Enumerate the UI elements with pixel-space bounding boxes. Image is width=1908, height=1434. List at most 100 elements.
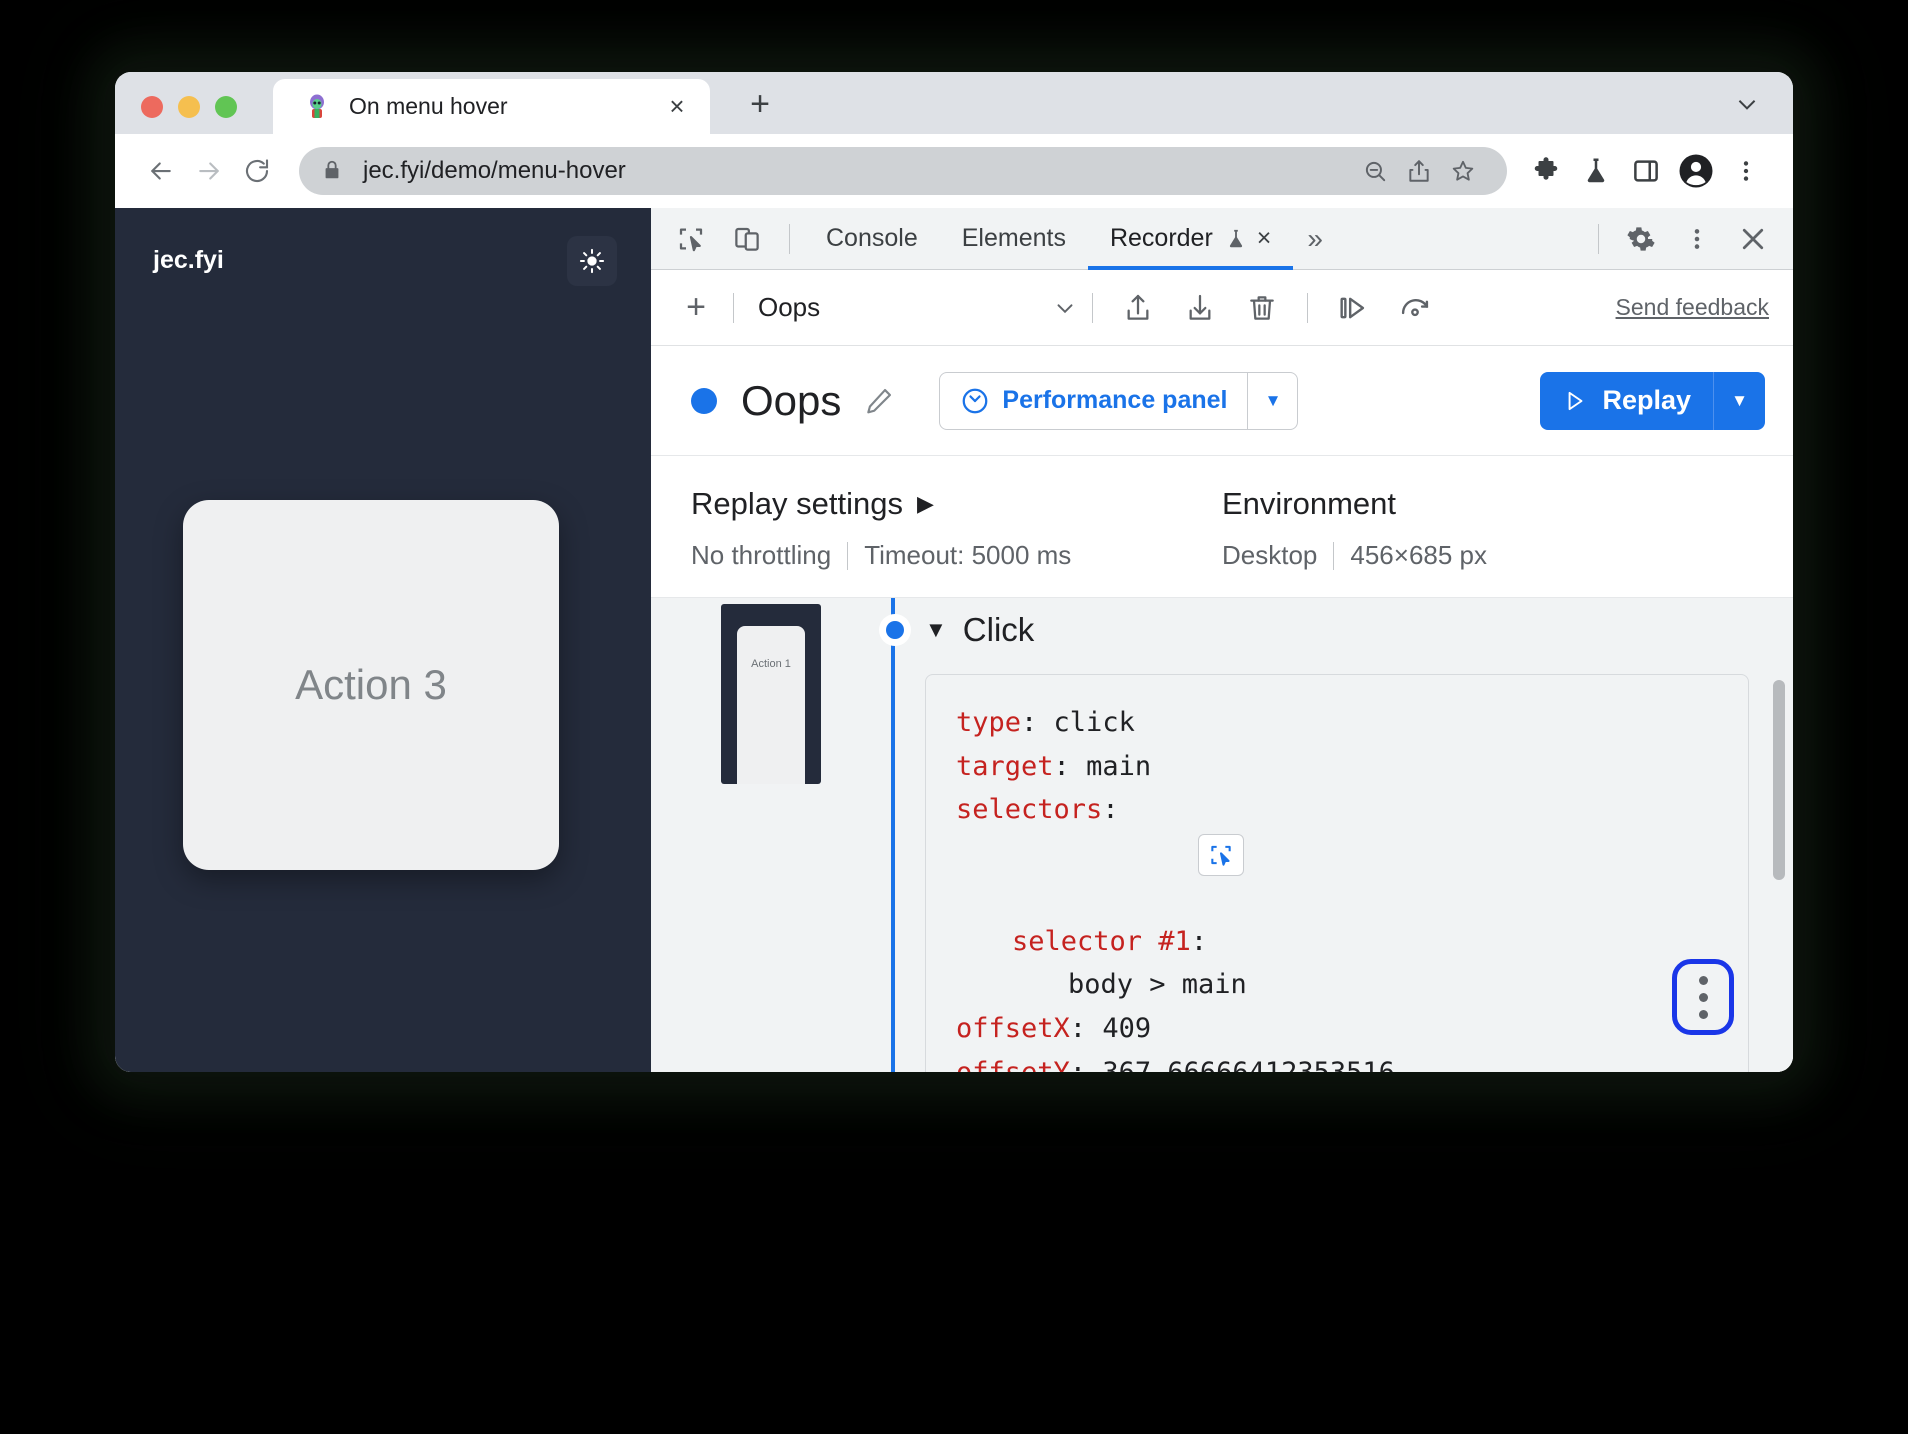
more-options-icon[interactable]	[1672, 214, 1722, 264]
reload-icon[interactable]	[233, 147, 281, 195]
chevron-right-icon: ▶	[916, 491, 934, 516]
site-brand: jec.fyi	[153, 246, 224, 274]
code-key: selector #1	[1012, 925, 1191, 957]
new-tab-button[interactable]: +	[740, 84, 780, 124]
send-feedback-link[interactable]: Send feedback	[1616, 294, 1769, 321]
code-key: offsetY	[956, 1057, 1070, 1072]
performance-panel-button[interactable]: Performance panel ▼	[939, 371, 1299, 430]
close-icon[interactable]: ×	[660, 90, 694, 124]
divider	[1307, 292, 1308, 323]
environment-label: Environment	[1222, 486, 1397, 521]
selector-picker-icon[interactable]	[1197, 833, 1244, 876]
devtools-tabbar-actions	[1584, 208, 1781, 270]
code-key: selectors	[956, 794, 1103, 826]
step-actions-menu-button[interactable]	[1672, 959, 1734, 1035]
chevron-down-icon[interactable]: ▼	[925, 617, 947, 643]
divider	[1092, 292, 1093, 323]
performance-gauge-icon	[960, 386, 990, 416]
step-over-icon[interactable]	[1328, 283, 1378, 333]
recording-select-label: Oops	[758, 292, 821, 322]
environment-column: Environment Desktop 456×685 px	[1222, 486, 1753, 571]
step-bullet	[879, 614, 911, 646]
recording-select[interactable]: Oops	[758, 292, 1078, 323]
environment-header: Environment	[1222, 486, 1753, 522]
tab-recorder[interactable]: Recorder ×	[1087, 208, 1294, 270]
window-controls	[141, 96, 237, 118]
replay-label: Replay	[1602, 385, 1691, 415]
code-value: main	[1086, 750, 1152, 782]
code-key: target	[956, 750, 1054, 782]
forward-icon[interactable]	[185, 147, 233, 195]
sun-icon[interactable]	[567, 236, 617, 286]
action-card[interactable]: Action 3	[183, 500, 559, 870]
device-toolbar-icon[interactable]	[722, 214, 772, 264]
code-value: body > main	[1068, 969, 1247, 1001]
extensions-puzzle-icon[interactable]	[1521, 146, 1571, 196]
add-recording-button[interactable]: +	[673, 285, 719, 331]
tab-title: On menu hover	[349, 93, 508, 119]
more-panels-icon[interactable]: »	[1293, 223, 1337, 255]
chevron-down-icon[interactable]: ▼	[1713, 371, 1765, 430]
browser-tab[interactable]: On menu hover ×	[273, 79, 710, 134]
pencil-icon[interactable]	[863, 385, 895, 417]
chevron-down-icon[interactable]	[1729, 86, 1765, 122]
recorder-toolbar: + Oops Send feedback	[651, 270, 1793, 346]
share-icon[interactable]	[1397, 149, 1441, 193]
status-badge	[691, 387, 717, 414]
timeout-value: Timeout: 5000 ms	[864, 540, 1072, 570]
code-line-offsetx: offsetX: 409	[956, 1013, 1152, 1045]
device-value: Desktop	[1222, 540, 1318, 570]
step-title: Click	[962, 611, 1035, 648]
performance-panel-main[interactable]: Performance panel	[940, 373, 1247, 429]
close-window-button[interactable]	[141, 96, 163, 118]
replay-button[interactable]: Replay ▼	[1540, 371, 1765, 430]
replay-main[interactable]: Replay	[1540, 372, 1713, 430]
settings-row: Replay settings ▶ No throttling Timeout:…	[651, 456, 1793, 598]
recording-header: Oops Performance panel ▼ Replay ▼	[651, 346, 1793, 456]
content-area: jec.fyi Action 3 Console Elements Record…	[115, 208, 1793, 1072]
replay-settings-column: Replay settings ▶ No throttling Timeout:…	[691, 486, 1222, 571]
tab-recorder-label: Recorder	[1109, 224, 1213, 252]
step-screenshot-column: Action 1	[651, 598, 891, 1072]
maximize-window-button[interactable]	[215, 96, 237, 118]
gear-icon[interactable]	[1616, 214, 1666, 264]
replay-settings-header[interactable]: Replay settings ▶	[691, 486, 1222, 522]
chevron-down-icon[interactable]: ▼	[1247, 372, 1297, 429]
delete-icon[interactable]	[1237, 283, 1287, 333]
step-screenshot-thumbnail[interactable]: Action 1	[721, 604, 821, 784]
steps-scrollbar[interactable]	[1773, 680, 1785, 880]
back-icon[interactable]	[137, 147, 185, 195]
code-value: 367.66666412353516	[1102, 1057, 1395, 1072]
performance-panel-label: Performance panel	[1002, 386, 1228, 414]
replay-speed-icon[interactable]	[1390, 283, 1440, 333]
import-icon[interactable]	[1175, 283, 1225, 333]
page-title: Oops	[741, 376, 842, 424]
zoom-out-icon[interactable]	[1353, 149, 1397, 193]
url-text: jec.fyi/demo/menu-hover	[363, 157, 626, 184]
close-icon[interactable]: ×	[1257, 224, 1272, 253]
close-icon[interactable]	[1728, 214, 1778, 264]
timeline-line	[891, 598, 895, 1072]
side-panel-icon[interactable]	[1621, 146, 1671, 196]
step-header-click[interactable]: ▼ Click	[879, 598, 1793, 662]
tab-console[interactable]: Console	[804, 208, 940, 270]
inspect-element-icon[interactable]	[666, 214, 716, 264]
tab-elements[interactable]: Elements	[940, 208, 1088, 270]
lock-icon[interactable]	[321, 159, 345, 183]
address-bar[interactable]: jec.fyi/demo/menu-hover	[299, 147, 1507, 195]
steps-list: ▼ Click type: click target: main selecto…	[879, 598, 1793, 1072]
profile-avatar-icon[interactable]	[1671, 146, 1721, 196]
chevron-down-icon	[1052, 295, 1078, 321]
bookmark-star-icon[interactable]	[1441, 149, 1485, 193]
viewport-value: 456×685 px	[1350, 540, 1488, 570]
export-icon[interactable]	[1113, 283, 1163, 333]
lab-flask-icon[interactable]	[1571, 146, 1621, 196]
minimize-window-button[interactable]	[178, 96, 200, 118]
environment-values: Desktop 456×685 px	[1222, 540, 1753, 571]
code-line-selector-1: selector #1:	[1012, 925, 1208, 957]
divider	[733, 292, 734, 323]
action-card-label: Action 3	[295, 661, 447, 708]
thumbnail-card: Action 1	[737, 626, 805, 784]
code-value: 409	[1102, 1013, 1152, 1045]
chrome-menu-icon[interactable]	[1721, 146, 1771, 196]
